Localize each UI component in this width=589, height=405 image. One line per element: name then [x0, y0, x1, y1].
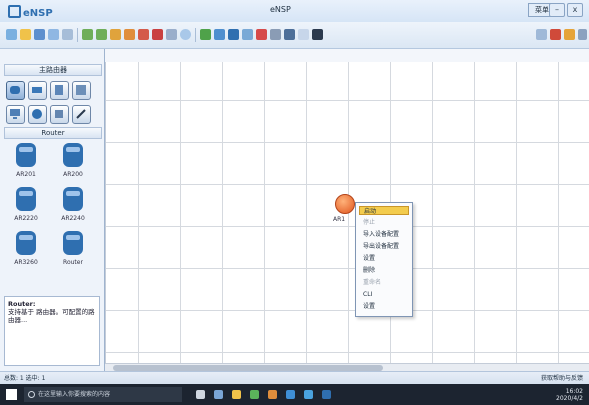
app-cyan-icon[interactable] [304, 390, 313, 399]
switch-category-icon[interactable] [28, 81, 47, 100]
menu-item-stop[interactable]: 停止 [359, 218, 409, 227]
rectangle-icon[interactable] [166, 29, 177, 40]
console-icon[interactable] [284, 29, 295, 40]
undo-icon[interactable] [82, 29, 93, 40]
new-topology-icon[interactable] [6, 29, 17, 40]
router-label: Router [63, 259, 83, 266]
router-ar200[interactable]: AR200 [53, 142, 93, 182]
app-orange-icon[interactable] [268, 390, 277, 399]
stop-device-icon[interactable] [214, 29, 225, 40]
capture-icon[interactable] [228, 29, 239, 40]
app-logo-icon [8, 5, 21, 18]
close-button[interactable]: x [567, 3, 583, 17]
router-node-label[interactable]: AR1 [333, 216, 345, 223]
clock-time: 16:02 [565, 388, 583, 395]
status-bar: 总数: 1 选中: 1 获取帮助与反馈 [0, 371, 589, 385]
router-label: AR3260 [14, 259, 38, 266]
title-bar: eNSP eNSP 菜单 – x [0, 0, 589, 23]
firewall-category-icon[interactable] [72, 81, 91, 100]
clock-date: 2020/4/2 [556, 395, 583, 402]
help-icon[interactable] [298, 29, 309, 40]
topology-canvas[interactable] [105, 62, 589, 371]
delete-icon[interactable] [152, 29, 163, 40]
text-icon[interactable] [138, 29, 149, 40]
app-blue-icon[interactable] [286, 390, 295, 399]
search-icon [28, 391, 35, 398]
cloud-category-icon[interactable] [28, 105, 47, 124]
router-label: AR2240 [61, 215, 85, 222]
device-panel: 主路由器 Router AR201 AR200 AR2220 AR2240 AR… [0, 49, 105, 371]
window-title: eNSP [270, 5, 291, 14]
right-tool-icon-1[interactable] [536, 29, 547, 40]
drag-icon[interactable] [124, 29, 135, 40]
select-icon[interactable] [110, 29, 121, 40]
router-label: AR2220 [14, 215, 38, 222]
pc-category-icon[interactable] [6, 105, 25, 124]
router-ar201[interactable]: AR201 [6, 142, 46, 182]
router-ar2240[interactable]: AR2240 [53, 186, 93, 226]
link-category-icon[interactable] [72, 105, 91, 124]
redo-icon[interactable] [96, 29, 107, 40]
task-view-icon[interactable] [196, 390, 205, 399]
other-device-category-icon[interactable] [50, 105, 69, 124]
system-tray-icons[interactable] [454, 392, 544, 398]
menu-item-start[interactable]: 启动 [359, 206, 409, 215]
start-device-icon[interactable] [200, 29, 211, 40]
device-category-header: 主路由器 [4, 64, 102, 76]
router-ar3260[interactable]: AR3260 [6, 230, 46, 270]
router-generic[interactable]: Router [53, 230, 93, 270]
right-tool-icon-3[interactable] [564, 29, 575, 40]
print-icon[interactable] [62, 29, 73, 40]
description-title: Router: [8, 300, 36, 308]
taskbar-search[interactable]: 在这里输入你要搜索的内容 [24, 387, 182, 402]
settings-icon[interactable] [270, 29, 281, 40]
router-list-header: Router [4, 127, 102, 139]
right-tool-icon-2[interactable] [550, 29, 561, 40]
router-label: AR201 [16, 171, 36, 178]
menu-item-settings[interactable]: 设置 [359, 254, 409, 263]
topology-icon[interactable] [242, 29, 253, 40]
app-logo: eNSP [8, 5, 53, 19]
menu-item-export-config[interactable]: 导出设备配置 [359, 242, 409, 251]
windows-taskbar: 在这里输入你要搜索的内容 16:02 2020/4/2 [0, 384, 589, 405]
menu-item-rename[interactable]: 重命名 [359, 278, 409, 287]
canvas-header [105, 49, 589, 63]
wlan-category-icon[interactable] [50, 81, 69, 100]
menu-item-import-config[interactable]: 导入设备配置 [359, 230, 409, 239]
edge-icon[interactable] [214, 390, 223, 399]
toolbar [0, 22, 589, 49]
router-node-icon[interactable] [335, 194, 355, 214]
clock[interactable]: 16:02 2020/4/2 [556, 388, 583, 402]
description-text: 支持基于 路由器。可配置的路由器... [8, 308, 95, 324]
app-name: eNSP [23, 8, 53, 19]
open-topology-icon[interactable] [20, 29, 31, 40]
about-icon[interactable] [312, 29, 323, 40]
ensp-taskbar-icon[interactable] [322, 390, 331, 399]
router-label: AR200 [63, 171, 83, 178]
right-tool-icon-4[interactable] [578, 29, 587, 40]
router-ar2220[interactable]: AR2220 [6, 186, 46, 226]
context-menu: 启动 停止 导入设备配置 导出设备配置 设置 删除 重命名 CLI 设置 [355, 202, 413, 317]
save-icon[interactable] [34, 29, 45, 40]
save-as-icon[interactable] [48, 29, 59, 40]
device-red-icon[interactable] [256, 29, 267, 40]
file-explorer-icon[interactable] [232, 390, 241, 399]
windows-start-icon[interactable] [6, 389, 17, 400]
ellipse-icon[interactable] [180, 29, 191, 40]
menu-item-delete[interactable]: 删除 [359, 266, 409, 275]
app-green-icon[interactable] [250, 390, 259, 399]
router-category-icon[interactable] [6, 81, 25, 100]
minimize-button[interactable]: – [549, 3, 565, 17]
menu-item-cli[interactable]: CLI [359, 290, 409, 299]
menu-item-properties[interactable]: 设置 [359, 302, 409, 311]
device-description: Router: 支持基于 路由器。可配置的路由器... [4, 296, 100, 366]
